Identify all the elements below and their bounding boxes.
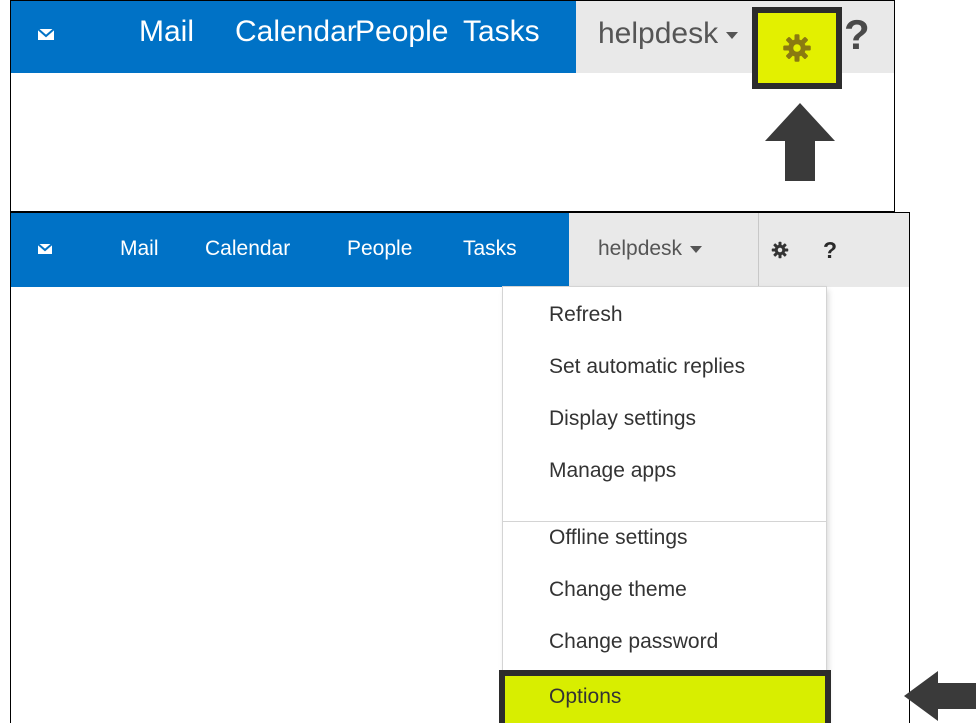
- menu-item-set-automatic-replies[interactable]: Set automatic replies: [549, 355, 745, 379]
- nav-blue-section: Mail Calendar People Tasks: [11, 213, 569, 303]
- settings-button-highlighted[interactable]: [752, 7, 842, 89]
- menu-item-refresh[interactable]: Refresh: [549, 303, 623, 327]
- gear-icon: [783, 34, 811, 62]
- top-nav-bar: Mail Calendar People Tasks helpdesk ?: [11, 1, 894, 95]
- nav-tasks[interactable]: Tasks: [463, 15, 540, 49]
- user-name: helpdesk: [598, 237, 683, 260]
- bottom-nav-bar: Mail Calendar People Tasks helpdesk ?: [11, 213, 909, 303]
- top-screenshot-panel: Mail Calendar People Tasks helpdesk ?: [10, 0, 895, 212]
- menu-item-offline-settings[interactable]: Offline settings: [549, 526, 688, 550]
- nav-calendar[interactable]: Calendar: [205, 237, 290, 261]
- mail-icon[interactable]: [37, 241, 53, 257]
- help-icon[interactable]: ?: [823, 237, 837, 264]
- nav-mail[interactable]: Mail: [120, 237, 159, 303]
- menu-item-manage-apps[interactable]: Manage apps: [549, 459, 676, 483]
- help-icon[interactable]: ?: [844, 11, 870, 59]
- user-menu[interactable]: helpdesk: [598, 17, 739, 51]
- nav-mail[interactable]: Mail: [139, 15, 194, 95]
- menu-item-change-password[interactable]: Change password: [549, 630, 718, 654]
- nav-blue-section: Mail Calendar People Tasks: [11, 1, 576, 95]
- nav-people[interactable]: People: [355, 15, 448, 49]
- user-name: helpdesk: [598, 17, 719, 50]
- menu-item-change-theme[interactable]: Change theme: [549, 578, 687, 602]
- menu-divider: [503, 521, 826, 522]
- arrow-up-icon: [765, 103, 835, 181]
- chevron-down-icon: [690, 245, 703, 253]
- gear-icon: [771, 241, 788, 259]
- chevron-down-icon: [726, 31, 739, 39]
- menu-item-options-label: Options: [549, 685, 622, 708]
- settings-dropdown-menu: Refresh Set automatic replies Display se…: [499, 287, 831, 723]
- nav-tasks[interactable]: Tasks: [463, 237, 517, 261]
- mail-icon[interactable]: [37, 25, 55, 43]
- settings-button[interactable]: [758, 213, 800, 287]
- menu-item-options-highlighted[interactable]: Options: [499, 670, 831, 723]
- bottom-screenshot-panel: Mail Calendar People Tasks helpdesk ? Re…: [10, 212, 910, 723]
- menu-item-display-settings[interactable]: Display settings: [549, 407, 696, 431]
- user-menu[interactable]: helpdesk: [598, 237, 703, 261]
- arrow-left-icon: [904, 671, 976, 721]
- nav-people[interactable]: People: [347, 237, 412, 261]
- nav-calendar[interactable]: Calendar: [235, 15, 357, 49]
